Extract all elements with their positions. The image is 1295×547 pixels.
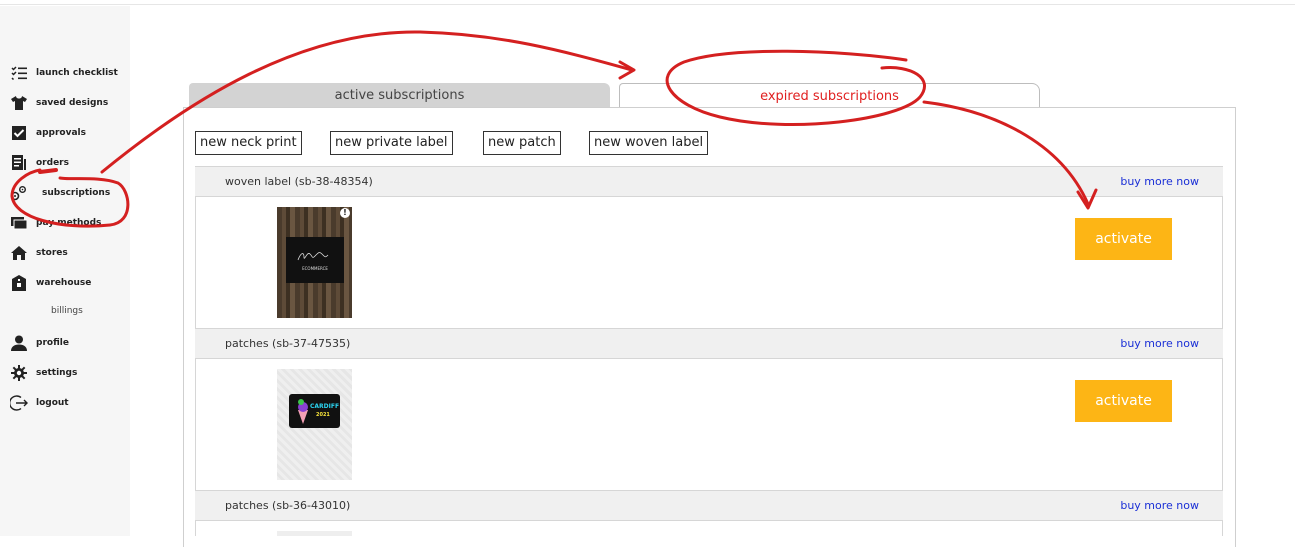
activate-button[interactable]: activate (1075, 380, 1172, 422)
sidebar: launch checklist saved designs approvals… (0, 6, 130, 536)
info-icon[interactable]: ! (340, 208, 350, 218)
subscription-tabs: active subscriptions expired subscriptio… (189, 83, 1236, 108)
subscription-name: patches (sb-36-43010) (225, 499, 351, 512)
tab-expired-subscriptions[interactable]: expired subscriptions (619, 83, 1040, 108)
buy-more-link[interactable]: buy more now (1120, 499, 1199, 512)
document-icon (10, 154, 28, 172)
sidebar-item-label: settings (36, 368, 78, 378)
warehouse-icon (10, 274, 28, 292)
gear-icon (10, 364, 28, 382)
sidebar-item-saved-designs[interactable]: saved designs (10, 93, 108, 113)
patch-title: CARDIFF (310, 403, 340, 410)
icecream-logo (298, 399, 308, 424)
gears-icon (10, 184, 28, 202)
subscription-body: ECOMMERCE ! activate (195, 197, 1223, 328)
sidebar-item-settings[interactable]: settings (10, 363, 77, 383)
buy-more-link[interactable]: buy more now (1120, 337, 1199, 350)
tab-active-subscriptions[interactable]: active subscriptions (189, 83, 610, 108)
subscription-name: patches (sb-37-47535) (225, 337, 351, 350)
sidebar-item-label: stores (36, 248, 68, 258)
sidebar-item-label: logout (36, 398, 69, 408)
subscription-header: woven label (sb-38-48354) buy more now (195, 166, 1223, 197)
subscription-body: CARDIFF 2021 activate (195, 359, 1223, 490)
sidebar-item-orders[interactable]: orders (10, 153, 69, 173)
sidebar-item-label: saved designs (36, 98, 109, 108)
new-patch-button[interactable]: new patch (483, 131, 561, 155)
activate-button[interactable]: activate (1075, 218, 1172, 260)
home-icon (10, 244, 28, 262)
sidebar-item-label: pay methods (36, 218, 102, 228)
buy-more-link[interactable]: buy more now (1120, 175, 1199, 188)
sidebar-item-pay-methods[interactable]: pay methods (10, 213, 101, 233)
checklist-icon (10, 64, 28, 82)
new-woven-label-button[interactable]: new woven label (589, 131, 709, 155)
sidebar-item-billings[interactable]: billings (51, 306, 83, 316)
tshirt-icon (10, 94, 28, 112)
wallet-icon (10, 214, 28, 232)
top-divider (0, 4, 1295, 5)
sidebar-item-logout[interactable]: logout (10, 393, 69, 413)
new-neck-print-button[interactable]: new neck print (195, 131, 302, 155)
checkbox-icon (10, 124, 28, 142)
sidebar-item-label: approvals (36, 128, 86, 138)
label-text: ECOMMERCE (302, 265, 328, 271)
sidebar-item-label: profile (36, 338, 69, 348)
sidebar-item-label: launch checklist (36, 68, 118, 78)
sidebar-item-label: orders (36, 158, 69, 168)
annotation-arrowhead (618, 60, 636, 80)
subscription-body (195, 521, 1223, 536)
sidebar-item-launch-checklist[interactable]: launch checklist (10, 63, 118, 83)
sidebar-item-stores[interactable]: stores (10, 243, 68, 263)
patch-thumbnail[interactable] (277, 531, 352, 536)
person-icon (10, 334, 28, 352)
patch-artwork: CARDIFF 2021 (289, 394, 340, 428)
patch-year: 2021 (316, 412, 330, 418)
label-artwork: ECOMMERCE (286, 237, 344, 283)
subscription-name: woven label (sb-38-48354) (225, 175, 373, 188)
sidebar-item-warehouse[interactable]: warehouse (10, 273, 91, 293)
logout-icon (10, 394, 28, 412)
sidebar-item-label: warehouse (36, 278, 92, 288)
sidebar-item-profile[interactable]: profile (10, 333, 69, 353)
sidebar-item-label: subscriptions (42, 188, 111, 198)
subscription-header: patches (sb-37-47535) buy more now (195, 328, 1223, 359)
signature-logo (297, 251, 329, 260)
patch-thumbnail[interactable]: CARDIFF 2021 (277, 369, 352, 480)
new-private-label-button[interactable]: new private label (330, 131, 453, 155)
woven-label-thumbnail[interactable]: ECOMMERCE ! (277, 207, 352, 318)
sidebar-item-approvals[interactable]: approvals (10, 123, 86, 143)
subscription-header: patches (sb-36-43010) buy more now (195, 490, 1223, 521)
sidebar-item-subscriptions[interactable]: subscriptions (10, 183, 110, 203)
